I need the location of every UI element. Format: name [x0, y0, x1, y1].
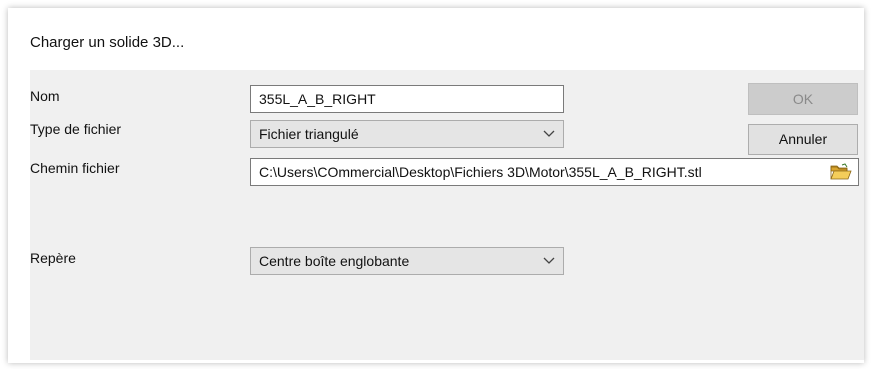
path-input[interactable]: C:\Users\COmmercial\Desktop\Fichiers 3D\… — [250, 158, 859, 186]
chevron-down-icon — [543, 257, 555, 264]
filetype-select[interactable]: Fichier triangulé — [250, 120, 564, 148]
path-value: C:\Users\COmmercial\Desktop\Fichiers 3D\… — [259, 164, 702, 180]
load-solid-dialog: Charger un solide 3D... Nom 355L_A_B_RIG… — [8, 8, 864, 363]
filetype-label: Type de fichier — [30, 121, 122, 137]
title-bar: Charger un solide 3D... — [8, 8, 864, 70]
frame-label: Repère — [30, 250, 76, 266]
path-label: Chemin fichier — [30, 160, 120, 176]
name-input[interactable]: 355L_A_B_RIGHT — [250, 85, 564, 113]
ok-button[interactable]: OK — [748, 83, 858, 115]
dialog-body: Nom 355L_A_B_RIGHT Type de fichier Fichi… — [30, 70, 864, 360]
cancel-button[interactable]: Annuler — [748, 124, 858, 155]
dialog-title: Charger un solide 3D... — [30, 34, 185, 51]
open-folder-icon[interactable] — [830, 163, 852, 181]
chevron-down-icon — [543, 130, 555, 137]
filetype-selected: Fichier triangulé — [259, 126, 359, 142]
frame-select[interactable]: Centre boîte englobante — [250, 247, 564, 275]
name-label: Nom — [30, 88, 60, 104]
frame-selected: Centre boîte englobante — [259, 253, 410, 269]
